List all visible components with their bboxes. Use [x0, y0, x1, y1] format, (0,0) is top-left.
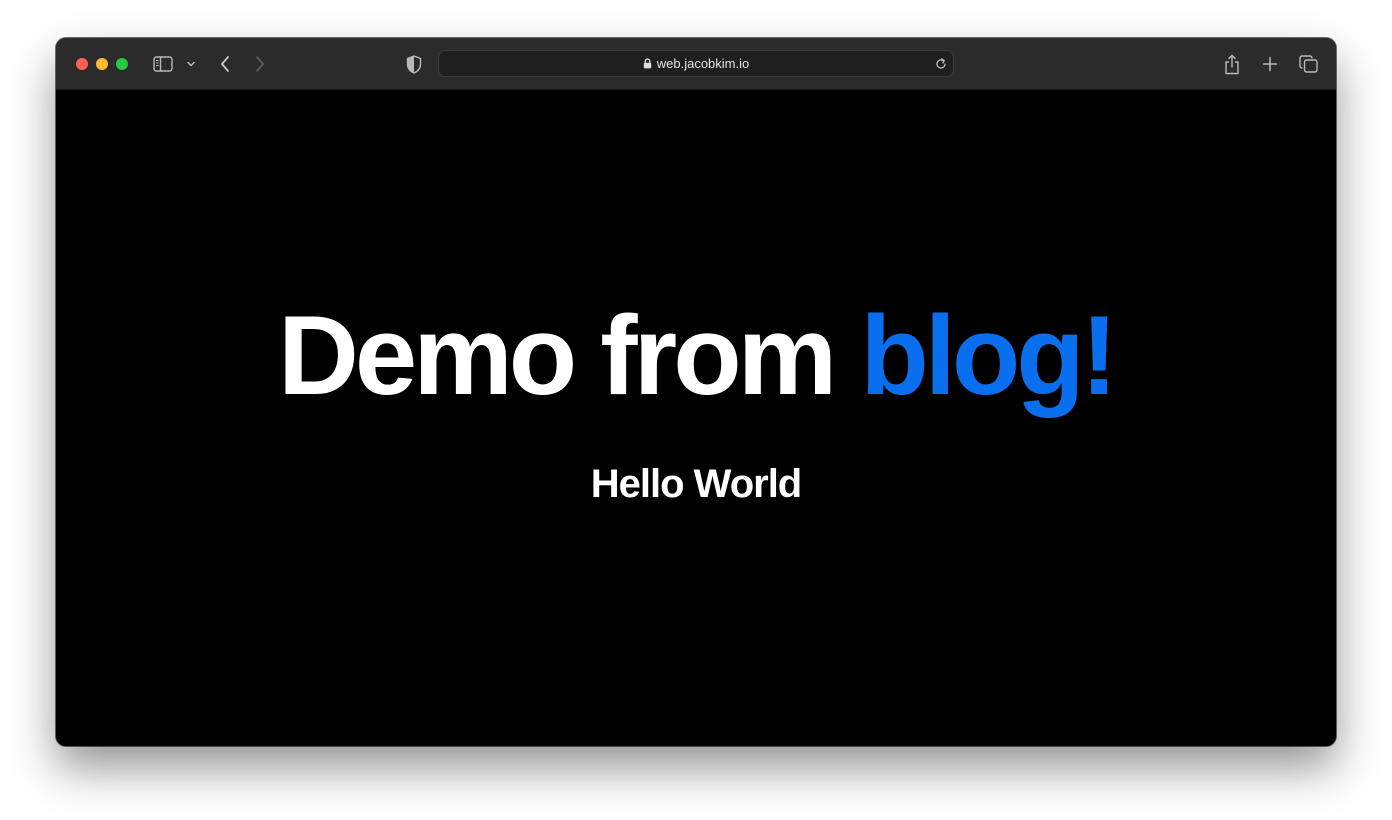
shield-icon[interactable] [405, 53, 423, 75]
page-subheadline: Hello World [590, 462, 802, 506]
page-headline: Demo from blog! [56, 300, 1336, 412]
window-zoom-button[interactable] [116, 58, 128, 70]
address-bar[interactable]: web.jacobkim.io [438, 50, 954, 77]
share-icon[interactable] [1222, 52, 1242, 76]
sidebar-icon[interactable] [152, 54, 174, 74]
lock-icon [643, 58, 652, 69]
headline-text: Demo from [278, 293, 861, 418]
url-text: web.jacobkim.io [656, 56, 750, 71]
chevron-down-icon[interactable] [184, 58, 198, 70]
tabs-icon[interactable] [1297, 54, 1319, 74]
forward-arrow-icon[interactable] [251, 53, 269, 75]
browser-toolbar: web.jacobkim.io [56, 38, 1336, 90]
page-content: Demo from blog! Hello World [56, 90, 1336, 746]
window-minimize-button[interactable] [96, 58, 108, 70]
browser-window: web.jacobkim.io Demo from blog! Hello Wo… [56, 38, 1336, 746]
window-close-button[interactable] [76, 58, 88, 70]
reload-icon[interactable] [934, 57, 948, 71]
headline-accent-text: blog! [860, 293, 1118, 418]
back-arrow-icon[interactable] [216, 53, 234, 75]
plus-icon[interactable] [1260, 54, 1280, 74]
